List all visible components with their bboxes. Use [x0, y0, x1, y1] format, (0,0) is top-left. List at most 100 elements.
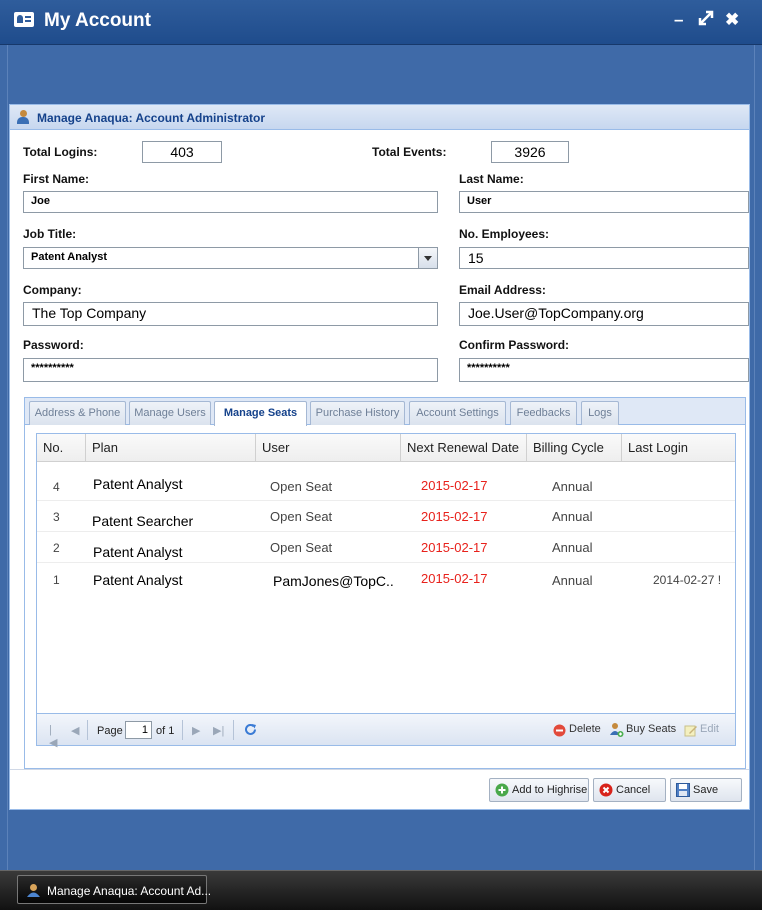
- seats-grid: No. Plan User Next Renewal Date Billing …: [36, 433, 736, 749]
- prev-page-icon[interactable]: ◀: [71, 724, 81, 737]
- total-events-label: Total Events:: [372, 145, 447, 159]
- last-name-field[interactable]: User: [459, 191, 749, 213]
- company-label: Company:: [23, 283, 82, 297]
- dialog-title: Manage Anaqua: Account Administrator: [37, 111, 266, 125]
- tab-panel: Address & Phone Manage Users Manage Seat…: [24, 397, 746, 769]
- employees-label: No. Employees:: [459, 227, 550, 241]
- tab-manage-users[interactable]: Manage Users: [129, 401, 211, 425]
- table-row[interactable]: 1 Patent Analyst PamJones@TopC.. 2015-02…: [37, 563, 735, 594]
- add-to-highrise-label: Add to Highrise: [512, 784, 588, 796]
- total-logins-label: Total Logins:: [23, 145, 98, 159]
- window-title: My Account: [44, 10, 151, 31]
- user-icon: [26, 883, 40, 897]
- tab-strip: Address & Phone Manage Users Manage Seat…: [25, 398, 745, 426]
- cell-plan: Patent Analyst: [93, 572, 183, 588]
- taskbar-item[interactable]: Manage Anaqua: Account Ad...: [17, 875, 211, 904]
- account-card-icon: [14, 12, 34, 27]
- cancel-button[interactable]: Cancel: [593, 778, 666, 802]
- page-count-label: of 1: [156, 725, 175, 737]
- cancel-label: Cancel: [616, 784, 651, 796]
- table-row[interactable]: 3 Patent Searcher Open Seat 2015-02-17 A…: [37, 501, 735, 532]
- cell-renewal: 2015-02-17: [421, 509, 488, 524]
- taskbar-item-label: Manage Anaqua: Account Ad...: [47, 884, 212, 898]
- delete-icon: [553, 724, 567, 738]
- maximize-icon[interactable]: [697, 9, 715, 32]
- email-field[interactable]: Joe.User@TopCompany.org: [459, 302, 749, 326]
- dialog-header[interactable]: Manage Anaqua: Account Administrator: [10, 105, 749, 130]
- cell-no: 3: [53, 510, 60, 524]
- page-number-input[interactable]: 1: [125, 721, 152, 739]
- column-header-last-login[interactable]: Last Login: [622, 434, 735, 462]
- chevron-down-icon[interactable]: [418, 248, 437, 268]
- cell-renewal: 2015-02-17: [421, 571, 488, 586]
- next-page-icon[interactable]: ▶: [192, 724, 202, 737]
- column-header-billing[interactable]: Billing Cycle: [527, 434, 622, 462]
- cell-billing: Annual: [552, 509, 593, 524]
- cell-billing: Annual: [552, 573, 593, 588]
- email-label: Email Address:: [459, 283, 546, 297]
- cell-plan: Patent Analyst: [93, 544, 183, 560]
- company-field[interactable]: The Top Company: [23, 302, 438, 326]
- tab-purchase-history[interactable]: Purchase History: [310, 401, 405, 425]
- page-label: Page: [97, 725, 123, 737]
- save-button[interactable]: Save: [670, 778, 742, 802]
- edit-button[interactable]: Edit: [700, 723, 719, 735]
- minimize-icon[interactable]: –: [674, 10, 683, 30]
- job-title-label: Job Title:: [23, 227, 77, 241]
- close-icon[interactable]: ✖: [725, 10, 739, 30]
- first-page-icon[interactable]: |◀: [49, 724, 59, 749]
- column-header-no[interactable]: No.: [37, 434, 86, 462]
- column-header-plan[interactable]: Plan: [86, 434, 256, 462]
- cell-no: 1: [53, 573, 60, 587]
- first-name-label: First Name:: [23, 172, 90, 186]
- tab-address-phone[interactable]: Address & Phone: [29, 401, 126, 425]
- cell-plan: Patent Searcher: [92, 513, 194, 529]
- save-icon: [676, 783, 690, 797]
- cell-plan: Patent Analyst: [93, 476, 183, 492]
- refresh-icon[interactable]: [243, 722, 257, 736]
- buy-seats-icon: [609, 722, 624, 737]
- toolbar-separator: [233, 720, 234, 740]
- employees-field[interactable]: 15: [459, 247, 749, 269]
- confirm-password-field[interactable]: **********: [459, 358, 749, 382]
- pager-toolbar: |◀ ◀ Page 1 of 1 ▶ ▶| Delete Buy Seats E…: [37, 713, 735, 749]
- window-titlebar[interactable]: My Account – ✖: [0, 0, 762, 45]
- first-name-field[interactable]: Joe: [23, 191, 438, 213]
- buy-seats-button[interactable]: Buy Seats: [626, 723, 676, 735]
- password-label: Password:: [23, 338, 84, 352]
- add-to-highrise-button[interactable]: Add to Highrise: [489, 778, 589, 802]
- total-events-value: 3926: [491, 141, 569, 163]
- password-field[interactable]: **********: [23, 358, 438, 382]
- tab-logs[interactable]: Logs: [581, 401, 619, 425]
- cell-billing: Annual: [552, 479, 593, 494]
- last-page-icon[interactable]: ▶|: [213, 724, 224, 737]
- column-header-user[interactable]: User: [256, 434, 401, 462]
- cell-user: PamJones@TopC..: [273, 573, 394, 589]
- edit-icon: [684, 723, 698, 737]
- job-title-select[interactable]: Patent Analyst: [23, 247, 438, 269]
- total-logins-value: 403: [142, 141, 222, 163]
- account-admin-dialog: Manage Anaqua: Account Administrator Tot…: [9, 104, 750, 810]
- tab-account-settings[interactable]: Account Settings: [409, 401, 506, 425]
- confirm-password-label: Confirm Password:: [459, 338, 570, 352]
- save-label: Save: [693, 784, 719, 796]
- tab-manage-seats[interactable]: Manage Seats: [214, 401, 307, 426]
- tab-feedbacks[interactable]: Feedbacks: [510, 401, 577, 425]
- cell-user: Open Seat: [270, 540, 333, 555]
- toolbar-separator: [182, 720, 183, 740]
- table-row[interactable]: 2 Patent Analyst Open Seat 2015-02-17 An…: [37, 532, 735, 563]
- cell-no: 4: [53, 480, 60, 494]
- cell-renewal: 2015-02-17: [421, 478, 488, 493]
- cancel-icon: [599, 783, 613, 797]
- cell-last-login: 2014-02-27 !: [653, 573, 722, 587]
- cell-renewal: 2015-02-17: [421, 540, 488, 555]
- column-header-renewal[interactable]: Next Renewal Date: [401, 434, 527, 462]
- delete-button[interactable]: Delete: [569, 723, 601, 735]
- cell-billing: Annual: [552, 540, 593, 555]
- add-icon: [495, 783, 509, 797]
- job-title-value: Patent Analyst: [31, 251, 108, 263]
- last-name-label: Last Name:: [459, 172, 524, 186]
- taskbar: Manage Anaqua: Account Ad...: [0, 870, 762, 910]
- cell-user: Open Seat: [270, 509, 333, 524]
- table-row[interactable]: 4 Patent Analyst Open Seat 2015-02-17 An…: [37, 470, 735, 501]
